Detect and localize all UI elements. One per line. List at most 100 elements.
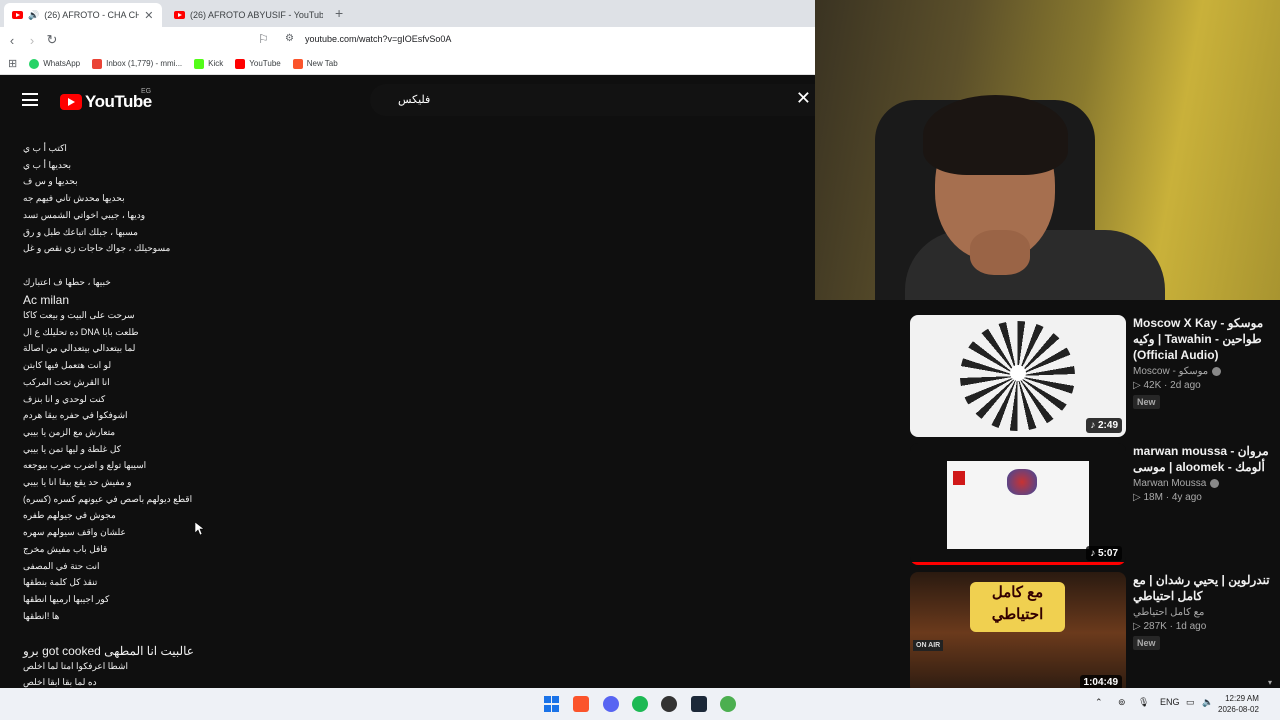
url-field[interactable]: youtube.com/watch?v=gIOEsfvSo0A: [305, 34, 451, 44]
lyric-line: Ac milan: [23, 293, 70, 308]
lyric-line: طلعت بابا DNA ده تحليلك ع ال: [23, 326, 139, 337]
channel-name[interactable]: مع كامل احتياطي: [1133, 607, 1273, 618]
wifi-icon[interactable]: ⊚: [1118, 697, 1126, 708]
clock-time: 12:29 AM: [1225, 694, 1259, 703]
video-description: اكتب أ ب ي بحديها أ ب ي بحديها و س ف بحديها…: [0, 124, 898, 688]
youtube-favicon-icon: [174, 11, 185, 19]
back-icon[interactable]: ‹: [2, 33, 22, 48]
video-meta: ▷ 287K · 1d ago: [1133, 621, 1207, 632]
views: 42K: [1143, 380, 1162, 391]
scroll-down-icon[interactable]: ▾: [1268, 678, 1272, 687]
related-video[interactable]: ♪ 5:07 marwan moussa - مروان موسى | aloo…: [910, 443, 1280, 567]
ticket-heart: [1007, 469, 1037, 495]
tab-bar: 🔊 (26) AFROTO - CHA CHA MA ✕ (26) AFROTO…: [0, 0, 815, 27]
tab-title: (26) AFROTO ABYUSIF - YouTube: [190, 10, 323, 20]
lyric-line: تنقذ كل كلمة بنطقها: [23, 577, 98, 588]
channel-name[interactable]: Moscow - موسكو: [1133, 366, 1273, 377]
search-input[interactable]: فليكس ✕: [370, 84, 815, 116]
lyric-line: اشطا اعرفكوا امتا لما اخلص: [23, 660, 128, 671]
lyric-line: كنت لوحدي و انا بنزف: [23, 393, 106, 404]
address-bar: ‹ › ↻ ⚐ ⚙ youtube.com/watch?v=gIOEsfvSo0…: [0, 27, 815, 53]
boarding-pass-image: [947, 461, 1089, 549]
steam-icon[interactable]: [691, 696, 707, 712]
views: 287K: [1143, 621, 1167, 632]
bookmark-kick[interactable]: Kick: [194, 58, 223, 69]
hamburger-menu-icon[interactable]: [22, 93, 38, 106]
tray-chevron-icon[interactable]: ⌃: [1095, 697, 1103, 708]
app-globe-icon[interactable]: [720, 696, 736, 712]
verified-icon: [1212, 367, 1222, 376]
watch-progress-bar: [910, 562, 1126, 565]
bookmark-whatsapp[interactable]: WhatsApp: [29, 58, 80, 69]
lyric-line: بحديها محدش تاني فيهم جه: [23, 193, 125, 204]
obs-icon[interactable]: [661, 696, 677, 712]
age: 2d ago: [1170, 380, 1201, 391]
apps-grid-icon[interactable]: ⊞: [8, 57, 17, 70]
lyric-line: ها !انطقها: [23, 610, 60, 621]
age: 1d ago: [1175, 621, 1207, 632]
lyric-line: مسبها ، جبلك اتباعك طبل و رق: [23, 226, 138, 237]
language-indicator[interactable]: ENG: [1160, 697, 1180, 707]
lyric-line: علشان واقف سيولهم سهره: [23, 527, 126, 538]
lyric-line: سرحت على البيت و بيعت كاكا: [23, 310, 135, 320]
reload-icon[interactable]: ↻: [42, 32, 62, 48]
network-icon[interactable]: ▭: [1186, 697, 1195, 708]
video-title[interactable]: Moscow X Kay - موسكو وكيه | Tawahin - طو…: [1133, 315, 1273, 363]
bookmark-new-tab[interactable]: New Tab: [292, 58, 338, 69]
youtube-play-icon: [60, 94, 82, 110]
related-video[interactable]: ♪ 2:49 Moscow X Kay - موسكو وكيه | Tawah…: [910, 315, 1280, 439]
youtube-logo[interactable]: YouTube: [60, 92, 152, 112]
tab-title: (26) AFROTO - CHA CHA MA: [44, 10, 140, 20]
lyric-line: وديها ، جيبي اخواتي الشمس تسد: [23, 209, 146, 220]
video-title[interactable]: marwan moussa - مروان موسى | aloomek - أ…: [1133, 443, 1273, 475]
bookmark-icon[interactable]: ⚐: [258, 32, 269, 46]
windmill-hub: [1010, 365, 1026, 381]
bookmark-youtube[interactable]: YouTube: [235, 58, 281, 69]
bookmark-gmail[interactable]: Inbox (1,779) - mmi...: [92, 58, 182, 69]
audio-playing-icon: 🔊: [28, 9, 40, 20]
new-badge: New: [1133, 395, 1160, 409]
brave-browser-icon[interactable]: [573, 696, 589, 712]
lyric-line: كور اجيبها ارميها انطقها: [23, 593, 110, 604]
lyric-line: كل غلطة و ليها تمن يا بيبي: [23, 443, 121, 454]
duration-badge: ♪ 2:49: [1086, 418, 1122, 433]
lyric-line: اشوفكوا في حفره بيقا هردم: [23, 410, 128, 421]
gmail-icon: [92, 58, 103, 69]
lyric-line: بحديها و س ف: [23, 176, 78, 187]
lyric-line: اسيبها تولع و اضرب ضرب بيوجعه: [23, 460, 147, 471]
tab-afroto-cha-cha[interactable]: 🔊 (26) AFROTO - CHA CHA MA ✕: [4, 3, 162, 27]
video-thumbnail[interactable]: ♪ 2:49: [910, 315, 1126, 437]
video-meta: ▷ 42K · 2d ago: [1133, 380, 1201, 391]
site-info-icon[interactable]: ⚙: [285, 33, 294, 44]
related-video[interactable]: مع كامل احتياطي ON AIR 1:04:49 تندرلوين …: [910, 572, 1280, 696]
thumbnail-banner: مع كامل احتياطي: [970, 582, 1065, 632]
clear-search-icon[interactable]: ✕: [796, 88, 811, 109]
video-info: marwan moussa - مروان موسى | aloomek - أ…: [1133, 443, 1273, 503]
new-badge: New: [1133, 636, 1160, 650]
lyric-line: عالبيت انا المطهى got cooked برو: [23, 644, 194, 658]
video-thumbnail[interactable]: ♪ 5:07: [910, 443, 1126, 565]
lyric-line: خبيها ، حطها ف اعتبارك: [23, 276, 111, 287]
tab-afroto-abyusif[interactable]: (26) AFROTO ABYUSIF - YouTube: [166, 3, 331, 27]
video-thumbnail[interactable]: مع كامل احتياطي ON AIR 1:04:49: [910, 572, 1126, 694]
lyric-line: انت حتة في المصفى: [23, 560, 100, 571]
lyric-line: انا القرش تحت المركب: [23, 376, 110, 387]
forward-icon[interactable]: ›: [22, 33, 42, 48]
windows-start-icon[interactable]: [544, 696, 560, 712]
system-clock[interactable]: 12:29 AM 2026-08-02: [1218, 693, 1259, 715]
microphone-icon[interactable]: 🎙: [1138, 697, 1149, 708]
lyric-line: و مفيش حد يقع بيقا انا يا بيبي: [23, 477, 132, 487]
channel-name[interactable]: Marwan Moussa: [1133, 478, 1273, 489]
views: 18M: [1143, 492, 1163, 503]
search-query: فليكس: [398, 94, 431, 106]
youtube-icon: [235, 58, 246, 69]
video-title[interactable]: تندرلوين | يحيي رشدان | مع كامل احتياطي: [1133, 572, 1273, 604]
spotify-icon[interactable]: [632, 696, 648, 712]
new-tab-button[interactable]: +: [335, 5, 343, 21]
close-tab-icon[interactable]: ✕: [144, 9, 153, 22]
verified-icon: [1210, 479, 1220, 488]
lyric-line: لما بيتعدالي بيتعدالي من اصالة: [23, 343, 136, 354]
channel-label: مع كامل احتياطي: [1133, 607, 1205, 618]
volume-icon[interactable]: 🔈: [1202, 697, 1213, 708]
discord-icon[interactable]: [603, 696, 619, 712]
